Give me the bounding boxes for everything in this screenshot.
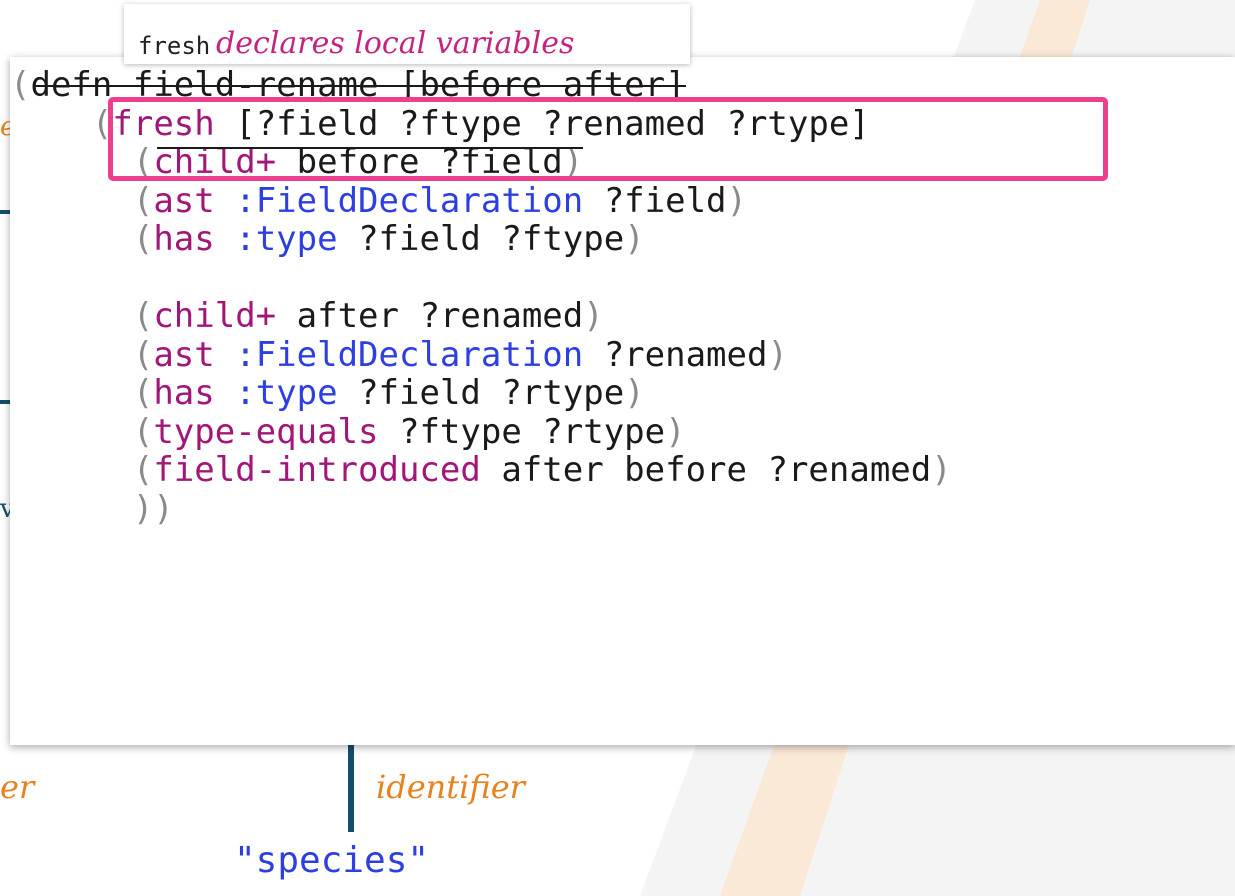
code-token: after <box>501 450 604 490</box>
code-token: field-introduced <box>153 450 481 490</box>
tree-edge <box>0 400 10 404</box>
code-token: before <box>624 450 747 490</box>
code-token: ?rtype <box>501 373 625 413</box>
code-token: ast <box>153 180 215 221</box>
code-token: :type <box>235 373 338 413</box>
code-token: :FieldDeclaration <box>235 334 584 375</box>
tooltip-code: fresh <box>138 32 211 60</box>
code-token: ?renamed <box>603 334 768 375</box>
tooltip-note: declares local variables <box>216 26 575 61</box>
code-token: ast <box>153 334 215 375</box>
highlight-box <box>108 97 1108 181</box>
code-token: after <box>296 296 399 336</box>
code-token: :FieldDeclaration <box>235 180 584 221</box>
code-token: has <box>153 373 215 413</box>
background-fragment: er <box>0 768 35 806</box>
code-token: ?renamed <box>767 450 932 490</box>
code-token: ?ftype <box>398 411 522 452</box>
code-token: :type <box>235 219 338 259</box>
tree-leaf-string: "species" <box>234 840 430 881</box>
code-token: ?field <box>603 180 727 221</box>
tree-edge <box>0 210 10 214</box>
code-token: ?renamed <box>419 296 584 336</box>
tree-label-identifier: identifier <box>376 768 525 806</box>
code-token: ?field <box>358 219 481 259</box>
code-token: ?ftype <box>501 219 625 259</box>
code-token: has <box>153 219 215 259</box>
strike-through <box>34 85 686 87</box>
code-token: child+ <box>153 296 277 336</box>
tree-edge <box>348 730 354 832</box>
code-token: ?rtype <box>542 411 666 452</box>
code-token: ?field <box>358 373 481 413</box>
code-token: type-equals <box>153 411 379 452</box>
tooltip: fresh declares local variables <box>124 4 690 64</box>
